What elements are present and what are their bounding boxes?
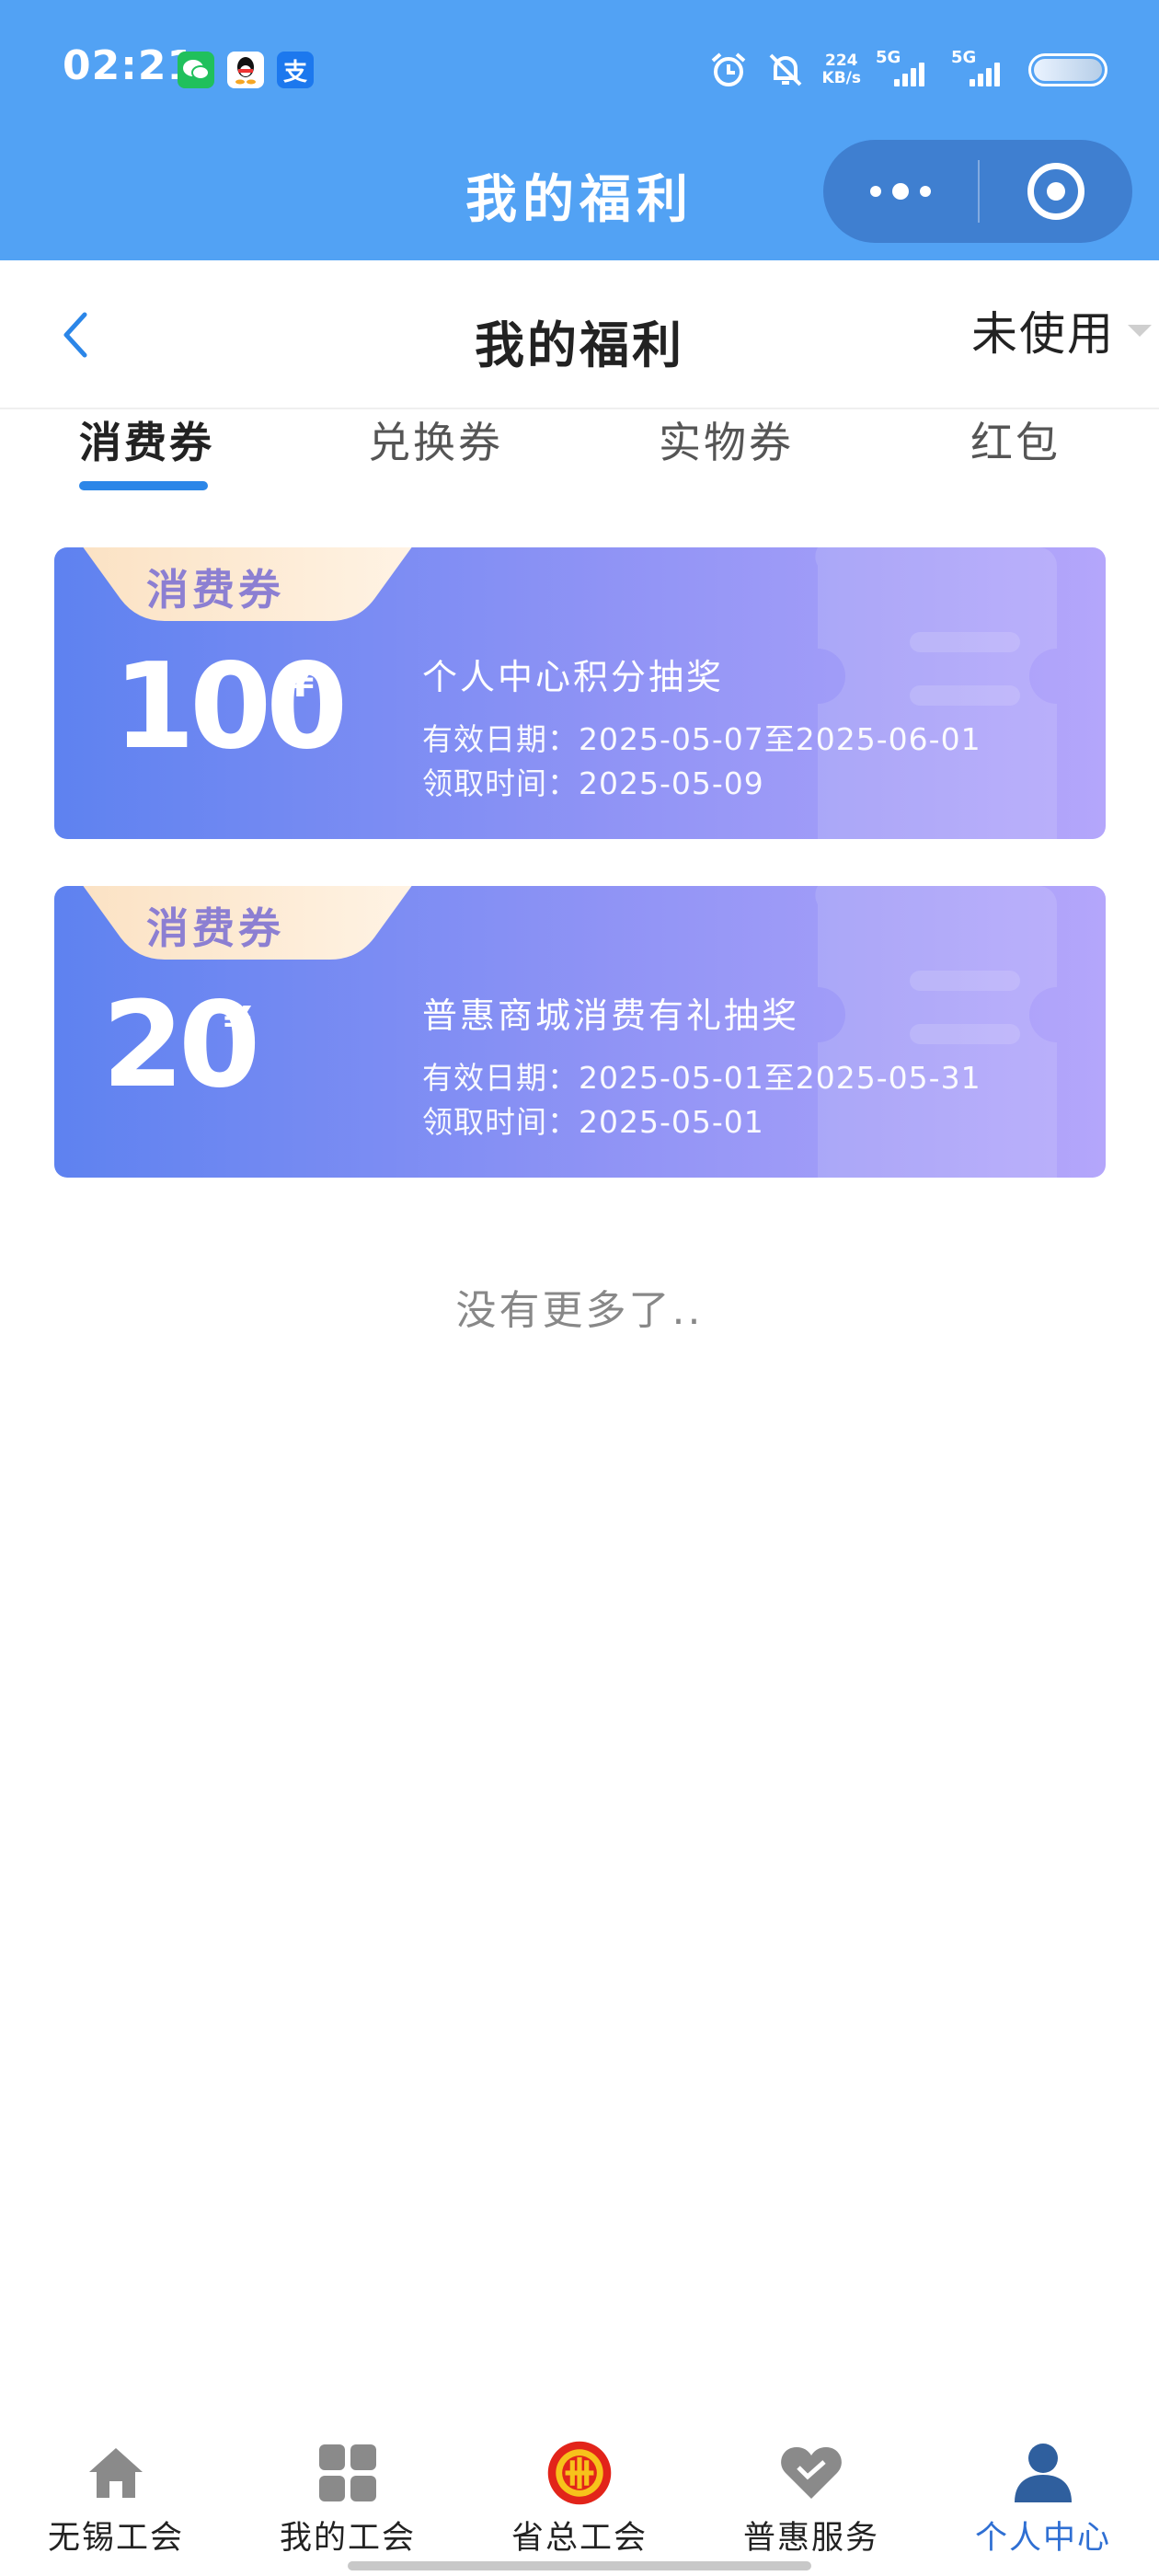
signal-sim1: 5G (876, 48, 936, 86)
dot-icon (870, 186, 881, 197)
coupon-tag: 消费券 (146, 565, 284, 615)
dot-icon (920, 186, 931, 197)
top-app-bar: 02:21 支 224 KB/s 5G 5G 我的福利 (0, 0, 1159, 260)
nav-label: 个人中心 (974, 2520, 1111, 2557)
tab-exchange-coupon[interactable]: 兑换券 (368, 409, 503, 501)
alipay-icon: 支 (277, 52, 314, 88)
coupon-tag: 消费券 (146, 903, 284, 953)
more-button[interactable] (823, 140, 978, 243)
battery-icon (1028, 53, 1107, 86)
network-speed: 224 KB/s (821, 52, 861, 87)
coupon-received-time: 领取时间：2025-05-01 (422, 1104, 764, 1140)
tab-red-packet[interactable]: 红包 (970, 409, 1061, 501)
bottom-tab-bar: 无锡工会 我的工会 省总工会 普惠服务 个人中心 (0, 2420, 1159, 2576)
home-indicator[interactable] (348, 2561, 811, 2570)
coupon-card[interactable]: 消费券 100 ¥ 个人中心积分抽奖 有效日期：2025-05-07至2025-… (54, 547, 1106, 839)
list-end-text: 没有更多了.. (455, 1287, 704, 1334)
heart-icon (778, 2440, 844, 2506)
home-icon (83, 2440, 149, 2506)
dot-icon (892, 183, 909, 200)
nav-label: 省总工会 (511, 2520, 648, 2557)
mini-program-capsule (823, 140, 1132, 243)
currency-symbol: ¥ (224, 998, 252, 1045)
status-time: 02:21 (63, 42, 197, 89)
active-tab-indicator (79, 481, 208, 490)
mute-bell-icon (769, 53, 801, 86)
nav-benefit-service[interactable]: 普惠服务 (695, 2420, 927, 2576)
nav-my-union[interactable]: 我的工会 (232, 2420, 464, 2576)
filter-label: 未使用 (971, 307, 1115, 361)
alarm-icon (711, 52, 745, 86)
wechat-icon (178, 52, 214, 88)
nav-wuxi-union[interactable]: 无锡工会 (0, 2420, 232, 2576)
target-icon (1027, 163, 1084, 220)
tab-consumption-coupon[interactable]: 消费券 (79, 409, 214, 501)
coupon-received-time: 领取时间：2025-05-09 (422, 765, 764, 801)
coupon-name: 个人中心积分抽奖 (422, 657, 725, 697)
currency-symbol: ¥ (286, 660, 315, 707)
coupon-validity: 有效日期：2025-05-07至2025-06-01 (422, 721, 981, 757)
nav-label: 我的工会 (279, 2520, 416, 2557)
person-icon (1010, 2440, 1076, 2506)
coupon-info: 个人中心积分抽奖 有效日期：2025-05-07至2025-06-01 领取时间… (422, 649, 981, 806)
caret-down-icon (1128, 324, 1152, 337)
nav-label: 普惠服务 (742, 2520, 879, 2557)
status-indicators: 224 KB/s 5G 5G (708, 42, 1107, 98)
tab-physical-coupon[interactable]: 实物券 (659, 409, 794, 501)
coupon-validity: 有效日期：2025-05-01至2025-05-31 (422, 1060, 981, 1096)
status-filter-dropdown[interactable]: 未使用 (971, 297, 1152, 363)
coupon-name: 普惠商城消费有礼抽奖 (422, 995, 800, 1036)
close-miniprogram-button[interactable] (980, 140, 1132, 243)
grid-icon (315, 2440, 381, 2506)
page-header: 我的福利 未使用 (0, 260, 1159, 409)
coupon-card[interactable]: 消费券 20 ¥ 普惠商城消费有礼抽奖 有效日期：2025-05-01至2025… (54, 886, 1106, 1178)
nav-label: 无锡工会 (47, 2520, 184, 2557)
coupon-info: 普惠商城消费有礼抽奖 有效日期：2025-05-01至2025-05-31 领取… (422, 987, 981, 1144)
coupon-type-tabs: 消费券 兑换券 实物券 红包 (0, 409, 1159, 501)
signal-sim2: 5G (951, 48, 1012, 86)
qq-icon (227, 52, 264, 88)
nav-provincial-union[interactable]: 省总工会 (464, 2420, 695, 2576)
nav-personal-center[interactable]: 个人中心 (927, 2420, 1159, 2576)
union-emblem-icon (546, 2440, 613, 2506)
